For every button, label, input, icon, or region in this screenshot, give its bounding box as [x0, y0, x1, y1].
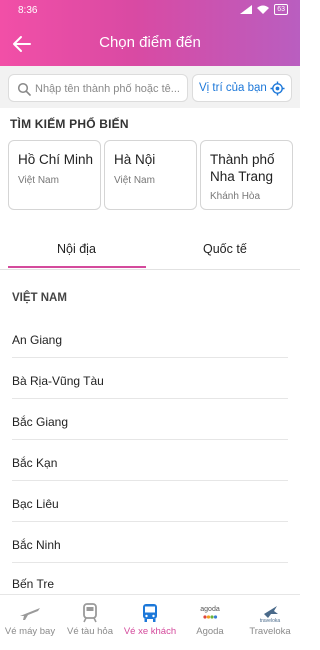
popular-heading: TÌM KIẾM PHỔ BIẾN: [10, 117, 129, 131]
active-tab-indicator: [8, 266, 146, 268]
battery-icon: 63: [274, 4, 288, 15]
wifi-icon: [257, 5, 270, 14]
tab-domestic[interactable]: Nội địa: [57, 242, 96, 256]
nav-plane-tickets[interactable]: Vé máy bay: [0, 595, 60, 650]
nav-label: Agoda: [196, 626, 224, 637]
divider: [12, 439, 288, 440]
status-icons: 63: [240, 4, 288, 15]
popular-city: Hồ Chí Minh: [18, 152, 94, 167]
signal-icon: [240, 5, 253, 14]
tab-bar: Nội địa Quốc tế: [0, 232, 300, 270]
province-item[interactable]: Bà Rịa-Vũng Tàu: [12, 374, 104, 388]
divider: [12, 562, 288, 563]
popular-country: Việt Nam: [114, 175, 155, 186]
nav-label: Traveloka: [249, 626, 291, 637]
popular-card-nha-trang[interactable]: Thành phố Nha Trang Khánh Hòa: [200, 140, 293, 210]
divider: [12, 480, 288, 481]
popular-city: Hà Nội: [114, 152, 156, 167]
popular-country: Việt Nam: [18, 175, 59, 186]
divider: [12, 398, 288, 399]
search-icon: [17, 82, 31, 96]
province-item[interactable]: Bến Tre: [12, 577, 54, 591]
popular-card-ha-noi[interactable]: Hà Nội Việt Nam: [104, 140, 197, 210]
nav-agoda[interactable]: agoda Agoda: [180, 595, 240, 650]
bottom-navigation: Vé máy bay Vé tàu hỏa Vé xe khách agoda …: [0, 594, 300, 650]
divider: [12, 357, 288, 358]
plane-icon: [20, 608, 40, 620]
search-box[interactable]: [8, 74, 188, 102]
status-time: 8:36: [18, 5, 38, 16]
province-item[interactable]: An Giang: [12, 333, 62, 347]
train-icon: [83, 603, 97, 623]
nav-bus-tickets[interactable]: Vé xe khách: [120, 595, 180, 650]
page-title: Chọn điểm đến: [99, 34, 201, 51]
province-item[interactable]: Bắc Ninh: [12, 538, 61, 552]
location-target-icon: [270, 81, 285, 96]
svg-text:agoda: agoda: [200, 606, 220, 613]
popular-city-line: Thành phố: [210, 152, 275, 167]
bus-icon: [143, 604, 157, 622]
traveloka-logo: traveloka: [260, 606, 281, 623]
tab-international[interactable]: Quốc tế: [203, 242, 247, 256]
nav-label: Vé máy bay: [4, 626, 56, 637]
svg-text:traveloka: traveloka: [260, 618, 281, 623]
agoda-logo: agoda: [200, 606, 220, 619]
divider: [0, 269, 300, 270]
search-bar-area: Vị trí của bạn: [0, 66, 300, 108]
search-input[interactable]: [35, 79, 183, 99]
province-item[interactable]: Bắc Giang: [12, 415, 68, 429]
nav-train-tickets[interactable]: Vé tàu hỏa: [60, 595, 120, 650]
nav-label: Vé xe khách: [123, 626, 177, 637]
current-location-label: Vị trí của bạn: [199, 82, 267, 94]
popular-country: Khánh Hòa: [210, 191, 261, 202]
app-header: 8:36 63 Chọn điểm đến: [0, 0, 300, 66]
divider: [12, 521, 288, 522]
popular-city-line: Nha Trang: [210, 169, 274, 184]
province-item[interactable]: Bạc Liêu: [12, 497, 59, 511]
nav-traveloka[interactable]: traveloka Traveloka: [240, 595, 300, 650]
section-header: VIỆT NAM: [12, 292, 67, 304]
nav-label: Vé tàu hỏa: [67, 626, 113, 637]
current-location-button[interactable]: Vị trí của bạn: [192, 74, 292, 102]
popular-card-ho-chi-minh[interactable]: Hồ Chí Minh Việt Nam: [8, 140, 101, 210]
province-item[interactable]: Bắc Kạn: [12, 456, 57, 470]
status-bar: 8:36 63: [0, 0, 300, 22]
